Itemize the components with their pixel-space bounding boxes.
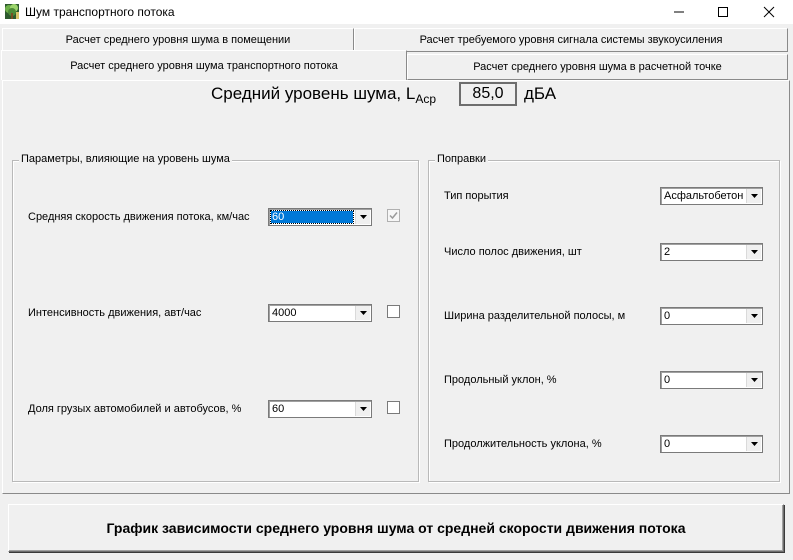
- average-noise-value: 85,0: [459, 82, 517, 106]
- trucks-share-checkbox[interactable]: [387, 401, 400, 414]
- average-noise-label-text: Средний уровень шума, L: [211, 84, 416, 103]
- params-group-legend: Параметры, влияющие на уровень шума: [19, 153, 232, 165]
- chevron-down-icon[interactable]: [746, 189, 761, 203]
- chevron-down-icon[interactable]: [746, 373, 761, 387]
- speed-select[interactable]: 60: [268, 208, 372, 226]
- longitudinal-slope-label: Продольный уклон, %: [444, 374, 557, 386]
- tab-label: Расчет среднего уровня шума транспортног…: [70, 59, 338, 72]
- longitudinal-slope-select[interactable]: 0: [660, 371, 763, 389]
- tab-room-noise[interactable]: Расчет среднего уровня шума в помещении: [2, 28, 354, 52]
- slope-length-label: Продолжительность уклона, %: [444, 438, 602, 450]
- surface-type-select[interactable]: Асфальтобетон: [660, 187, 763, 205]
- median-width-label: Ширина разделительной полосы, м: [444, 310, 626, 322]
- noise-speed-graph-button[interactable]: График зависимости среднего уровня шума …: [8, 504, 784, 552]
- title-bar[interactable]: Шум транспортного потока: [0, 0, 793, 24]
- minimize-button[interactable]: [656, 0, 702, 24]
- noise-speed-graph-button-label: График зависимости среднего уровня шума …: [106, 520, 686, 536]
- intensity-label: Интенсивность движения, авт/час: [28, 307, 202, 319]
- slope-length-select-value: 0: [664, 438, 671, 450]
- tab-sound-system-signal[interactable]: Расчет требуемого уровня сигнала системы…: [354, 28, 788, 52]
- maximize-icon: [718, 7, 728, 17]
- trucks-share-label: Доля грузых автомобилей и автобусов, %: [28, 403, 242, 415]
- tab-label: Расчет среднего уровня шума в помещении: [65, 34, 291, 46]
- tab-label: Расчет требуемого уровня сигнала системы…: [419, 34, 723, 46]
- slope-length-select[interactable]: 0: [660, 435, 763, 453]
- average-noise-label: Средний уровень шума, LАср: [211, 84, 436, 106]
- app-tree-icon: [4, 3, 20, 20]
- speed-select-value: 60: [270, 210, 354, 224]
- trucks-share-select[interactable]: 60: [268, 400, 372, 418]
- corrections-group-legend: Поправки: [435, 153, 489, 165]
- tab-calc-point-noise[interactable]: Расчет среднего уровня шума в расчетной …: [407, 54, 788, 80]
- checkmark-icon: [389, 212, 398, 220]
- maximize-button[interactable]: [700, 0, 746, 24]
- surface-type-label: Тип порытия: [444, 190, 509, 202]
- average-noise-value-text: 85,0: [472, 85, 504, 102]
- speed-label: Средняя скорость движения потока, км/час: [28, 211, 250, 223]
- average-noise-subscript: Аср: [415, 92, 436, 106]
- window-title: Шум транспортного потока: [25, 5, 175, 19]
- intensity-select-value: 4000: [272, 307, 297, 319]
- median-width-select-value: 0: [664, 310, 671, 322]
- close-button[interactable]: [746, 0, 792, 24]
- intensity-checkbox[interactable]: [387, 305, 400, 318]
- trucks-share-select-value: 60: [272, 403, 285, 415]
- chevron-down-icon[interactable]: [355, 306, 370, 320]
- chevron-down-icon[interactable]: [746, 309, 761, 323]
- chevron-down-icon[interactable]: [355, 210, 370, 224]
- longitudinal-slope-select-value: 0: [664, 374, 671, 386]
- close-icon: [763, 6, 775, 18]
- chevron-down-icon[interactable]: [355, 402, 370, 416]
- tab-traffic-flow-noise[interactable]: Расчет среднего уровня шума транспортног…: [1, 50, 407, 80]
- median-width-select[interactable]: 0: [660, 307, 763, 325]
- surface-type-select-value: Асфальтобетон: [664, 190, 744, 202]
- lanes-count-select[interactable]: 2: [660, 243, 763, 261]
- lanes-count-select-value: 2: [664, 246, 671, 258]
- average-noise-unit: дБА: [524, 84, 557, 103]
- chevron-down-icon[interactable]: [746, 245, 761, 259]
- lanes-count-label: Число полос движения, шт: [444, 246, 582, 258]
- chevron-down-icon[interactable]: [746, 437, 761, 451]
- tab-label: Расчет среднего уровня шума в расчетной …: [473, 61, 722, 73]
- minimize-icon: [674, 11, 684, 13]
- speed-checkbox[interactable]: [387, 209, 400, 222]
- intensity-select[interactable]: 4000: [268, 304, 372, 322]
